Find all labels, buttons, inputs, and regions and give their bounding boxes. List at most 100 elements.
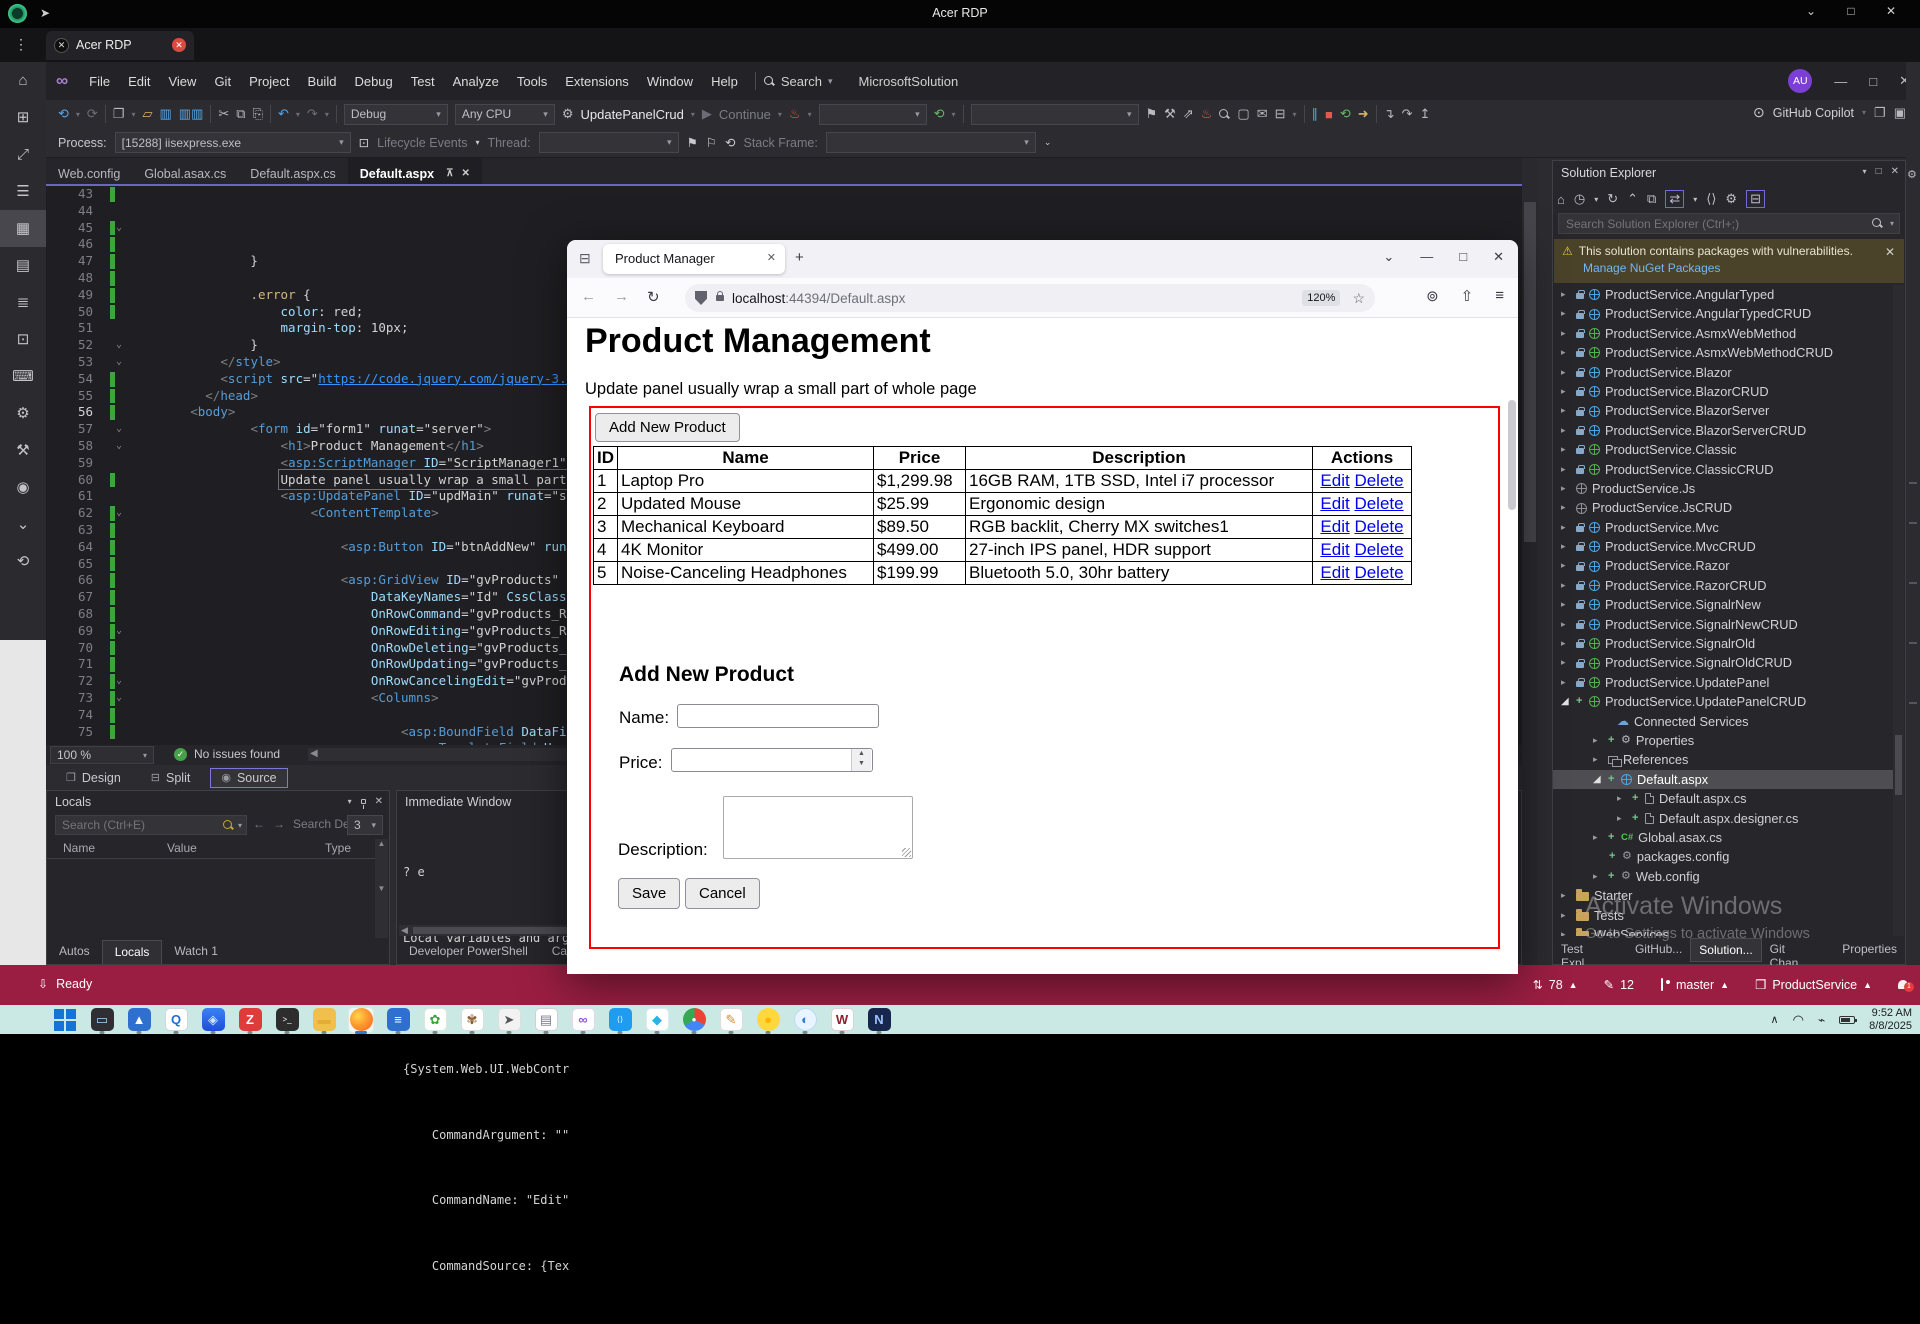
gear-icon[interactable]: ⚙: [1907, 168, 1917, 181]
taskbar-app-icon[interactable]: W: [829, 1007, 855, 1034]
step-over-icon[interactable]: ↷: [1402, 106, 1413, 122]
close-tab-icon[interactable]: ✕: [461, 168, 469, 179]
tree-item[interactable]: ▸ + Default.aspx.designer.cs: [1553, 809, 1893, 828]
tree-item[interactable]: ▸ ProductService.SignalrOldCRUD: [1553, 653, 1893, 672]
tools-icon[interactable]: ⚒: [1164, 106, 1176, 122]
hot-reload-icon[interactable]: ♨: [789, 106, 801, 122]
splitter[interactable]: [1538, 158, 1552, 965]
window-menu-icon[interactable]: ▾: [1863, 167, 1867, 176]
address-bar[interactable]: localhost :44394/Default.aspx 120% ☆: [685, 284, 1375, 312]
wifi-icon[interactable]: ◠: [1793, 1012, 1804, 1028]
locals-column-headers[interactable]: Name Value Type: [47, 839, 375, 859]
delete-link[interactable]: Delete: [1354, 471, 1403, 490]
menu-item[interactable]: Build: [299, 70, 346, 93]
menu-item[interactable]: Debug: [345, 70, 401, 93]
navigate-back-icon[interactable]: ⟲: [58, 106, 69, 122]
tree-item[interactable]: ▸ ProductService.MvcCRUD: [1553, 537, 1893, 556]
pending-edits[interactable]: ✎ 12: [1604, 977, 1634, 993]
fold-icon[interactable]: ⌄: [116, 421, 130, 438]
preview-icon[interactable]: ⊟: [1746, 190, 1765, 208]
pause-icon[interactable]: ∥: [1312, 106, 1319, 122]
document-tab[interactable]: Web.config: [46, 158, 132, 184]
name-input[interactable]: [677, 704, 879, 728]
rail-icon[interactable]: ▦: [0, 210, 46, 247]
panel-tab[interactable]: Solution...: [1690, 938, 1762, 962]
tree-item[interactable]: ▸ + ⚙ Web.config: [1553, 867, 1893, 886]
properties-icon[interactable]: ⚙: [1725, 191, 1737, 207]
add-new-product-button[interactable]: Add New Product: [595, 413, 740, 442]
toolbar-dropdown-wide[interactable]: ▾: [970, 103, 1139, 125]
editor-zoom-dropdown[interactable]: 100 % ▾: [50, 746, 154, 764]
git-repository[interactable]: ❒ ProductService ▲: [1755, 977, 1872, 993]
menu-item[interactable]: Analyze: [444, 70, 508, 93]
tree-item[interactable]: ▸ ProductService.AsmxWebMethodCRUD: [1553, 343, 1893, 362]
sync-status[interactable]: ⇅ 78 ▲: [1533, 978, 1578, 992]
taskbar-app-icon[interactable]: ▭: [89, 1007, 115, 1034]
startup-project-dropdown[interactable]: UpdatePanelCrud: [580, 107, 683, 122]
feedback-icon[interactable]: ❐: [1874, 105, 1886, 121]
power-icon[interactable]: ⌁: [1818, 1013, 1825, 1027]
tracking-protection-icon[interactable]: [695, 291, 707, 305]
tree-item[interactable]: ▸ + C# Global.asax.cs: [1553, 828, 1893, 847]
close-icon[interactable]: ✕: [1493, 249, 1504, 265]
close-tab-icon[interactable]: ✕: [767, 251, 776, 264]
editor-health-indicator[interactable]: ✓ No issues found: [174, 747, 280, 761]
menu-item[interactable]: Git: [205, 70, 240, 93]
dash-icon[interactable]: ⊟: [1275, 106, 1286, 122]
taskbar-app-icon[interactable]: ∞: [570, 1007, 596, 1034]
tray-chevron-icon[interactable]: ∧: [1771, 1013, 1779, 1026]
taskbar-app-icon[interactable]: ●: [755, 1007, 781, 1034]
tree-item[interactable]: ▸ Starter: [1553, 886, 1893, 905]
layout-icon[interactable]: ▣: [1894, 105, 1906, 121]
open-file-icon[interactable]: ▱: [143, 106, 153, 122]
rail-icon[interactable]: ⌄: [0, 506, 46, 543]
taskbar-app-icon[interactable]: ✿: [422, 1007, 448, 1034]
menu-item[interactable]: Tools: [508, 70, 556, 93]
configuration-dropdown[interactable]: Debug ▾: [343, 103, 448, 125]
fold-icon[interactable]: ⌄: [116, 220, 130, 237]
code-line[interactable]: 43 }: [46, 186, 1522, 268]
edit-link[interactable]: Edit: [1320, 517, 1349, 536]
taskbar-app-icon[interactable]: ✾: [459, 1007, 485, 1034]
tree-item[interactable]: ▸ ProductService.BlazorServerCRUD: [1553, 421, 1893, 440]
back-icon[interactable]: ←: [581, 288, 596, 306]
copy-icon[interactable]: ⧉: [236, 106, 245, 122]
continue-button[interactable]: Continue: [719, 107, 771, 122]
continue-icon[interactable]: ▶: [702, 106, 712, 122]
rdp-tab-close-icon[interactable]: ✕: [172, 38, 186, 52]
rail-icon[interactable]: ☰: [0, 173, 46, 210]
view-button[interactable]: ◉ Source: [210, 767, 288, 788]
solution-explorer-scrollbar[interactable]: [1893, 285, 1904, 936]
dismiss-warning-icon[interactable]: ✕: [1885, 245, 1895, 259]
tree-item[interactable]: ▸ ProductService.ClassicCRUD: [1553, 460, 1893, 479]
home-icon[interactable]: ⌂: [1557, 192, 1565, 207]
toolbar-dropdown[interactable]: ▾: [818, 103, 927, 125]
loop-icon[interactable]: ⟲: [725, 135, 735, 150]
menu-item[interactable]: Help: [702, 70, 747, 93]
flag-icon[interactable]: ⚑: [687, 135, 698, 150]
rdp-window-controls[interactable]: ⌄ □ ✕: [1806, 4, 1910, 18]
document-tab[interactable]: Default.aspx.cs: [238, 158, 347, 184]
delete-link[interactable]: Delete: [1354, 517, 1403, 536]
rail-icon[interactable]: ⤢: [0, 136, 46, 173]
close-icon[interactable]: ✕: [375, 796, 383, 807]
column-header[interactable]: Name: [63, 841, 95, 855]
stack-frame-dropdown[interactable]: ▾: [825, 132, 1036, 153]
tree-item[interactable]: ▸ ProductService.JsCRUD: [1553, 498, 1893, 517]
find-icon[interactable]: [1219, 108, 1230, 120]
sync-with-active-icon[interactable]: ⇄: [1665, 190, 1685, 208]
menu-item[interactable]: Extensions: [556, 70, 638, 93]
tree-item[interactable]: ▸ ProductService.Razor: [1553, 556, 1893, 575]
menu-item[interactable]: View: [159, 70, 205, 93]
taskbar-app-icon[interactable]: ✎: [718, 1007, 744, 1034]
taskbar-app-icon[interactable]: [348, 1006, 374, 1034]
menu-item[interactable]: Test: [402, 70, 444, 93]
fold-icon[interactable]: ⌄: [116, 505, 130, 522]
panel-tab[interactable]: Properties: [1834, 938, 1905, 962]
edit-link[interactable]: Edit: [1320, 540, 1349, 559]
tree-item[interactable]: ▸ + Default.aspx.cs: [1553, 789, 1893, 808]
chart-icon[interactable]: ⇗: [1183, 106, 1194, 122]
tree-item[interactable]: ▸ ProductService.UpdatePanel: [1553, 673, 1893, 692]
edit-link[interactable]: Edit: [1320, 471, 1349, 490]
panel-tab[interactable]: Git Chan...: [1762, 938, 1835, 970]
